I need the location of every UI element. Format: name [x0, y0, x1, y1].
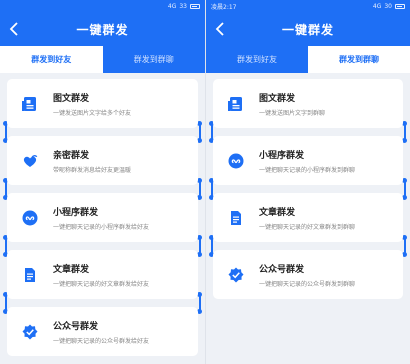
card-official-account[interactable]: 公众号群发 一键把聊天记录的公众号群发给好友: [7, 307, 198, 356]
status-indicators: 4G 33: [168, 3, 200, 10]
status-bar: 4G 33: [0, 0, 205, 12]
card-official-account[interactable]: 公众号群发 一键把聊天记录的公众号群发到群聊: [213, 250, 403, 299]
card-intimate[interactable]: 亲密群发 带昵称群发消息给好友更温暖: [7, 136, 198, 185]
battery-level: 30: [384, 2, 392, 10]
tab-send-to-friends[interactable]: 群发到好友: [0, 46, 103, 73]
card-title: 文章群发: [259, 207, 296, 218]
card-desc: 一键把聊天记录的好文章群发到群聊: [259, 223, 356, 231]
feature-list: 图文群发 一键发送图片文字给多个好友 亲密群发 带昵称群发消息给好友更温暖 小程…: [0, 73, 205, 356]
nav-bar: 一键群发: [0, 12, 205, 46]
tab-send-to-friends[interactable]: 群发到好友: [206, 46, 308, 73]
back-arrow-icon[interactable]: [213, 21, 229, 37]
mini-program-icon: [213, 136, 259, 185]
battery-level: 33: [179, 2, 187, 10]
card-title: 小程序群发: [53, 207, 99, 218]
status-time: 凌晨2:17: [211, 3, 237, 11]
back-arrow-icon[interactable]: [7, 21, 23, 37]
card-image-text[interactable]: 图文群发 一键发送图片文字到群聊: [213, 79, 403, 128]
battery-icon: [190, 3, 200, 9]
card-title: 公众号群发: [259, 264, 305, 275]
tab-send-to-groups[interactable]: 群发到群聊: [102, 46, 205, 73]
tab-bar: 群发到好友 群发到群聊: [0, 46, 205, 73]
page-title: 一键群发: [76, 22, 129, 37]
battery-icon: [395, 3, 405, 9]
status-bar: 凌晨2:17 4G 30: [206, 0, 410, 12]
card-title: 图文群发: [53, 93, 90, 104]
article-icon: [7, 250, 53, 299]
image-text-icon: [7, 79, 53, 128]
card-title: 图文群发: [259, 93, 296, 104]
card-desc: 一键把聊天记录的小程序群发到群聊: [259, 166, 356, 174]
card-desc: 一键把聊天记录的公众号群发到群聊: [259, 280, 356, 288]
mini-program-icon: [7, 193, 53, 242]
screens: 4G 33 一键群发 群发到好友 群发到群聊 图文群发 一键发送图片文字给多个好…: [0, 0, 410, 364]
nav-bar: 一键群发: [206, 12, 410, 46]
hearts-icon: [7, 136, 53, 185]
card-mini-program[interactable]: 小程序群发 一键把聊天记录的小程序群发给好友: [7, 193, 198, 242]
card-desc: 一键把聊天记录的小程序群发给好友: [53, 223, 150, 231]
card-desc: 一键把聊天记录的公众号群发给好友: [53, 337, 150, 345]
card-desc: 一键发送图片文字给多个好友: [53, 109, 132, 117]
card-title: 小程序群发: [259, 150, 305, 161]
status-indicators: 4G 30: [373, 3, 405, 10]
page-title: 一键群发: [281, 22, 334, 37]
card-image-text[interactable]: 图文群发 一键发送图片文字给多个好友: [7, 79, 198, 128]
official-account-icon: [213, 250, 259, 299]
card-desc: 带昵称群发消息给好友更温暖: [53, 166, 132, 174]
card-title: 公众号群发: [53, 321, 99, 332]
signal-label: 4G: [372, 2, 382, 10]
article-icon: [213, 193, 259, 242]
feature-list: 图文群发 一键发送图片文字到群聊 小程序群发 一键把聊天记录的小程序群发到群聊: [206, 73, 410, 299]
card-title: 文章群发: [53, 264, 90, 275]
card-desc: 一键把聊天记录的好文章群发给好友: [53, 280, 150, 288]
image-text-icon: [213, 79, 259, 128]
screen-groups: 凌晨2:17 4G 30 一键群发 群发到好友 群发到群聊 图文群发 一键发送图…: [205, 0, 410, 364]
official-account-icon: [7, 307, 53, 356]
tab-send-to-groups[interactable]: 群发到群聊: [308, 46, 410, 73]
card-article[interactable]: 文章群发 一键把聊天记录的好文章群发到群聊: [213, 193, 403, 242]
tab-bar: 群发到好友 群发到群聊: [206, 46, 410, 73]
screen-friends: 4G 33 一键群发 群发到好友 群发到群聊 图文群发 一键发送图片文字给多个好…: [0, 0, 205, 364]
card-mini-program[interactable]: 小程序群发 一键把聊天记录的小程序群发到群聊: [213, 136, 403, 185]
card-title: 亲密群发: [53, 150, 90, 161]
card-article[interactable]: 文章群发 一键把聊天记录的好文章群发给好友: [7, 250, 198, 299]
card-desc: 一键发送图片文字到群聊: [259, 109, 326, 117]
signal-label: 4G: [167, 2, 177, 10]
